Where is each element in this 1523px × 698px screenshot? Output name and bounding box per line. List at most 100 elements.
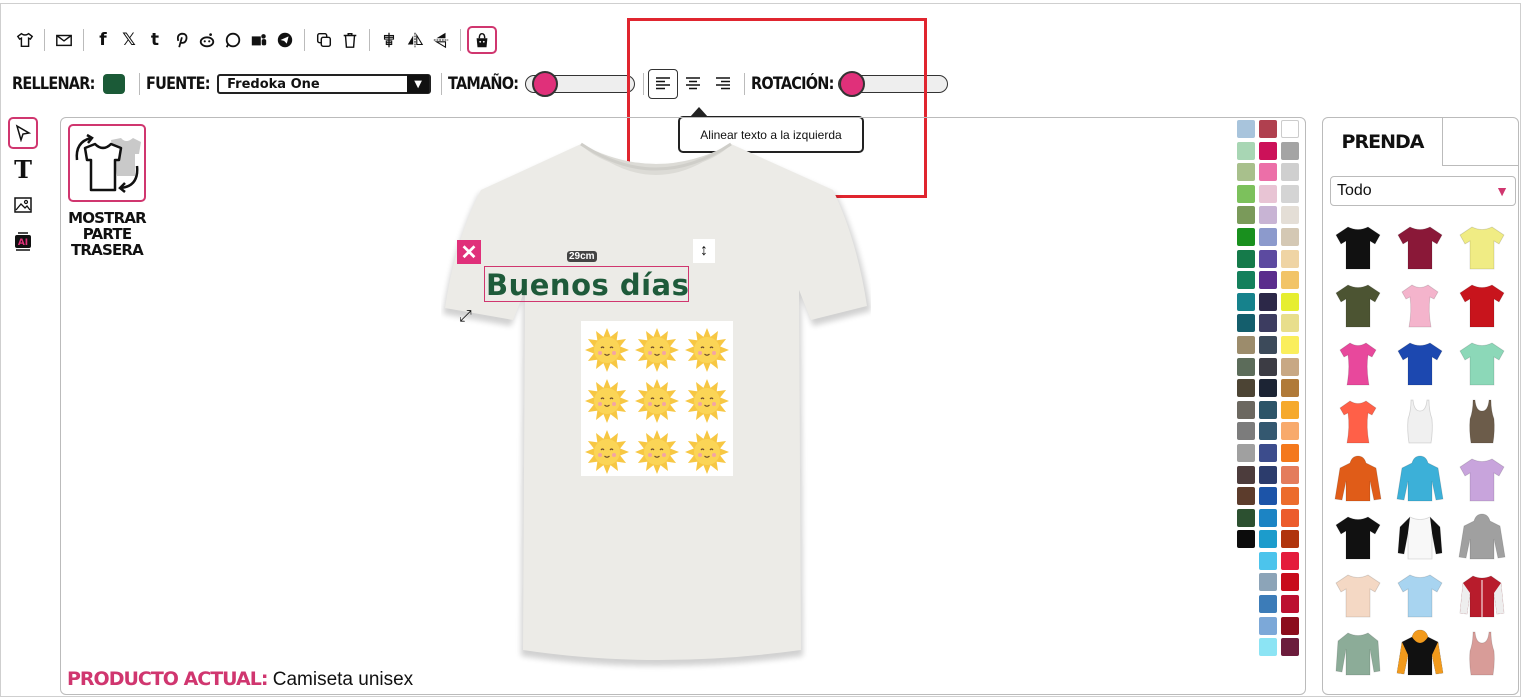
- product-jacket[interactable]: [1451, 566, 1513, 624]
- trash-icon[interactable]: [337, 27, 363, 53]
- color-swatch[interactable]: [1237, 422, 1255, 441]
- flip-horizontal-icon[interactable]: [402, 27, 428, 53]
- color-swatch[interactable]: [1259, 206, 1277, 225]
- color-swatch[interactable]: [1281, 227, 1299, 246]
- color-swatch[interactable]: [1259, 616, 1277, 635]
- color-swatch[interactable]: [1281, 465, 1299, 484]
- color-swatch[interactable]: [1259, 335, 1277, 354]
- color-swatch[interactable]: [1237, 335, 1255, 354]
- color-swatch[interactable]: [1281, 638, 1299, 657]
- product-hoodie-orange[interactable]: [1389, 624, 1451, 682]
- product-hoodie[interactable]: [1451, 508, 1513, 566]
- color-swatch[interactable]: [1281, 292, 1299, 311]
- color-swatch[interactable]: [1237, 184, 1255, 203]
- color-swatch[interactable]: [1259, 184, 1277, 203]
- color-swatch[interactable]: [1259, 163, 1277, 182]
- color-swatch[interactable]: [1237, 379, 1255, 398]
- product-tee[interactable]: [1451, 334, 1513, 392]
- product-hoodie[interactable]: [1327, 450, 1389, 508]
- font-select[interactable]: Fredoka One ▼: [217, 74, 432, 94]
- text-tool-icon[interactable]: T: [8, 153, 38, 185]
- whatsapp-icon[interactable]: [220, 27, 246, 53]
- design-canvas[interactable]: MOSTRAR PARTE TRASERA Buenos días ✕ 29cm…: [60, 117, 1306, 695]
- color-swatch[interactable]: [1281, 595, 1299, 614]
- align-center-vertical-icon[interactable]: [376, 27, 402, 53]
- color-swatch[interactable]: [1259, 357, 1277, 376]
- product-hoodie[interactable]: [1389, 450, 1451, 508]
- product-tee[interactable]: [1327, 218, 1389, 276]
- color-swatch[interactable]: [1281, 120, 1299, 138]
- color-swatch[interactable]: [1259, 249, 1277, 268]
- color-swatch[interactable]: [1281, 508, 1299, 527]
- product-tee-women[interactable]: [1327, 392, 1389, 450]
- product-raglan[interactable]: [1389, 508, 1451, 566]
- color-swatch[interactable]: [1259, 530, 1277, 549]
- color-swatch[interactable]: [1237, 141, 1255, 160]
- color-swatch[interactable]: [1259, 443, 1277, 462]
- color-swatch[interactable]: [1237, 206, 1255, 225]
- product-longsleeve[interactable]: [1327, 624, 1389, 682]
- mail-icon[interactable]: [51, 27, 77, 53]
- color-swatch[interactable]: [1259, 227, 1277, 246]
- reddit-icon[interactable]: [194, 27, 220, 53]
- color-swatch[interactable]: [1281, 616, 1299, 635]
- color-swatch[interactable]: [1259, 508, 1277, 527]
- color-swatch[interactable]: [1259, 638, 1277, 657]
- color-swatch[interactable]: [1259, 551, 1277, 570]
- size-slider[interactable]: [524, 71, 635, 97]
- sun-image[interactable]: [581, 321, 733, 476]
- color-swatch[interactable]: [1259, 487, 1277, 506]
- color-swatch[interactable]: [1281, 249, 1299, 268]
- color-swatch[interactable]: [1281, 487, 1299, 506]
- ai-tool-icon[interactable]: AI: [8, 225, 38, 257]
- show-back-button[interactable]: [68, 124, 146, 202]
- color-swatch[interactable]: [1259, 379, 1277, 398]
- resize-handle-icon[interactable]: ↕: [693, 239, 715, 263]
- color-swatch[interactable]: [1237, 227, 1255, 246]
- color-swatch[interactable]: [1281, 573, 1299, 592]
- color-swatch[interactable]: [1259, 400, 1277, 419]
- pinterest-icon[interactable]: [168, 27, 194, 53]
- flip-vertical-icon[interactable]: [428, 27, 454, 53]
- product-tee[interactable]: [1327, 508, 1389, 566]
- garment-filter-select[interactable]: Todo ▼: [1330, 176, 1516, 206]
- product-tank[interactable]: [1389, 392, 1451, 450]
- product-tee[interactable]: [1451, 276, 1513, 334]
- color-swatch[interactable]: [1259, 465, 1277, 484]
- color-swatch[interactable]: [1237, 443, 1255, 462]
- delete-element-button[interactable]: ✕: [457, 240, 481, 264]
- product-tee-women[interactable]: [1327, 334, 1389, 392]
- product-tee[interactable]: [1389, 218, 1451, 276]
- tumblr-icon[interactable]: t: [142, 27, 168, 53]
- color-swatch[interactable]: [1281, 379, 1299, 398]
- color-swatch[interactable]: [1281, 271, 1299, 290]
- color-swatch[interactable]: [1237, 487, 1255, 506]
- color-swatch[interactable]: [1281, 206, 1299, 225]
- facebook-icon[interactable]: f: [90, 27, 116, 53]
- tab-prenda[interactable]: PRENDA: [1323, 118, 1443, 166]
- color-swatch[interactable]: [1259, 271, 1277, 290]
- color-swatch[interactable]: [1259, 292, 1277, 311]
- color-swatch[interactable]: [1237, 314, 1255, 333]
- bag-icon[interactable]: [467, 26, 497, 54]
- fill-color-swatch[interactable]: [103, 74, 126, 94]
- color-swatch[interactable]: [1281, 314, 1299, 333]
- tshirt-icon[interactable]: [12, 27, 38, 53]
- product-tank[interactable]: [1451, 624, 1513, 682]
- color-swatch[interactable]: [1281, 335, 1299, 354]
- color-swatch[interactable]: [1237, 163, 1255, 182]
- color-swatch[interactable]: [1259, 314, 1277, 333]
- color-swatch[interactable]: [1237, 120, 1255, 138]
- show-back-label[interactable]: MOSTRAR PARTE TRASERA: [61, 210, 153, 258]
- color-swatch[interactable]: [1259, 422, 1277, 441]
- color-swatch[interactable]: [1237, 400, 1255, 419]
- color-swatch[interactable]: [1281, 530, 1299, 549]
- size-slider-knob[interactable]: [532, 71, 558, 97]
- product-tee[interactable]: [1327, 276, 1389, 334]
- color-swatch[interactable]: [1259, 573, 1277, 592]
- color-swatch[interactable]: [1237, 465, 1255, 484]
- copy-icon[interactable]: [311, 27, 337, 53]
- color-swatch[interactable]: [1281, 357, 1299, 376]
- rotate-handle-icon[interactable]: ⤢: [459, 308, 472, 326]
- color-swatch[interactable]: [1281, 184, 1299, 203]
